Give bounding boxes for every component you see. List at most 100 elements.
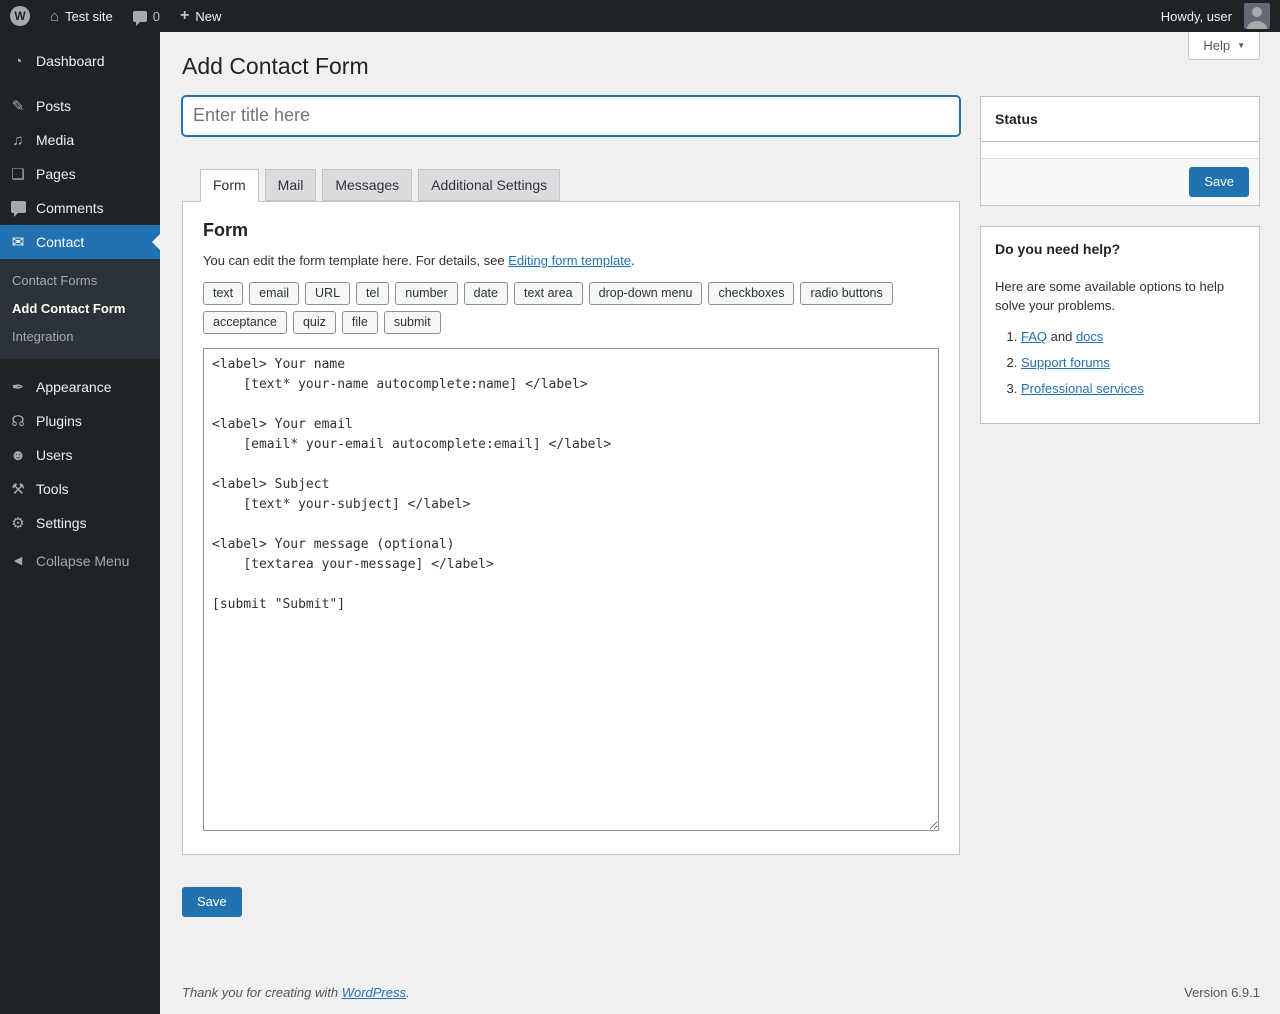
sidebar-item-settings[interactable]: ⚙ Settings: [0, 506, 160, 540]
sidebar-item-users[interactable]: ☻ Users: [0, 438, 160, 472]
main-column: Form Mail Messages Additional Settings F…: [182, 95, 960, 917]
new-content-button[interactable]: + New: [170, 0, 231, 32]
settings-icon: ⚙: [11, 514, 25, 532]
sidebar-item-appearance[interactable]: ✒ Appearance: [0, 370, 160, 404]
faq-docs-separator: and: [1047, 328, 1076, 344]
tab-form[interactable]: Form: [200, 168, 259, 202]
pages-icon: ❏: [11, 165, 25, 183]
sidebar-item-label: Appearance: [36, 379, 112, 395]
admin-menu: ◔ Dashboard ✎ Posts ♫ Media ❏ Pages Comm…: [0, 44, 160, 578]
plugins-icon: ☊: [11, 412, 25, 430]
posts-icon: ✎: [11, 97, 25, 115]
tag-button-quiz[interactable]: quiz: [292, 310, 336, 334]
sidebar-item-label: Media: [36, 132, 75, 148]
tag-button-tel[interactable]: tel: [356, 281, 390, 305]
help-option-support-forums: Support forums: [1021, 355, 1245, 370]
tag-button-drop-down-menu[interactable]: drop-down menu: [588, 281, 703, 305]
contact-submenu: Contact Forms Add Contact Form Integrati…: [0, 259, 160, 359]
footer: Thank you for creating with WordPress. V…: [182, 975, 1260, 1014]
tag-button-email[interactable]: email: [249, 281, 300, 305]
footer-thanks: Thank you for creating with WordPress.: [182, 985, 410, 1000]
tab-messages[interactable]: Messages: [322, 168, 413, 201]
howdy-menu[interactable]: Howdy, user: [1151, 0, 1280, 32]
help-option-faq-docs: FAQ and docs: [1021, 329, 1245, 344]
form-template-textarea[interactable]: <label> Your name [text* your-name autoc…: [203, 347, 939, 831]
help-box-title: Do you need help?: [995, 240, 1121, 257]
wordpress-logo-icon: W: [10, 6, 30, 26]
form-panel: Form You can edit the form template here…: [182, 200, 960, 855]
help-button[interactable]: Help ▼: [1188, 32, 1260, 60]
plus-icon: +: [179, 7, 190, 24]
support-forums-link[interactable]: Support forums: [1021, 355, 1110, 370]
tag-button-url[interactable]: URL: [305, 281, 351, 305]
tab-mail[interactable]: Mail: [264, 168, 317, 201]
tag-button-checkboxes[interactable]: checkboxes: [708, 281, 795, 305]
professional-services-link[interactable]: Professional services: [1021, 381, 1144, 396]
tag-button-date[interactable]: date: [463, 281, 508, 305]
site-name-label: Test site: [65, 8, 113, 24]
tag-button-text[interactable]: text: [203, 281, 244, 305]
sidebar-item-label: Dashboard: [36, 53, 105, 69]
howdy-label: Howdy, user: [1160, 8, 1232, 24]
form-panel-title: Form: [203, 219, 248, 240]
sidebar-item-tools[interactable]: ⚒ Tools: [0, 472, 160, 506]
sidebar-item-label: Posts: [36, 98, 72, 114]
sidebar-item-dashboard[interactable]: ◔ Dashboard: [0, 44, 160, 78]
form-description: You can edit the form template here. For…: [203, 253, 939, 268]
sidebar-subitem-integration[interactable]: Integration: [0, 323, 160, 351]
status-actions: Save: [981, 157, 1259, 205]
avatar: [1244, 3, 1270, 29]
collapse-label: Collapse Menu: [36, 553, 130, 569]
sidebar-item-pages[interactable]: ❏ Pages: [0, 157, 160, 191]
comments-bubble-icon: [132, 10, 147, 26]
editing-form-template-link[interactable]: Editing form template: [508, 253, 631, 268]
sidebar-item-contact[interactable]: ✉ Contact: [0, 225, 160, 259]
menu-separator: [0, 359, 160, 370]
tag-button-acceptance[interactable]: acceptance: [203, 310, 287, 334]
help-box: Do you need help? Here are some availabl…: [980, 225, 1260, 424]
help-label: Help: [1203, 38, 1231, 53]
comments-link[interactable]: 0: [123, 0, 170, 32]
footer-thanks-text: Thank you for creating with: [182, 985, 342, 1000]
status-box-title: Status: [981, 97, 1259, 142]
content-area: Help ▼ Add Contact Form Form Mail Messag…: [160, 0, 1280, 1014]
comment-bubble-shape: [10, 200, 26, 217]
editor-tabs: Form Mail Messages Additional Settings: [200, 168, 960, 202]
tag-button-file[interactable]: file: [341, 310, 378, 334]
status-save-button[interactable]: Save: [1189, 166, 1249, 197]
wordpress-link[interactable]: WordPress: [342, 985, 406, 1000]
sidebar-item-posts[interactable]: ✎ Posts: [0, 89, 160, 123]
tag-button-text-area[interactable]: text area: [513, 281, 583, 305]
tab-additional-settings[interactable]: Additional Settings: [418, 168, 561, 201]
footer-thanks-period: .: [406, 985, 410, 1000]
sidebar-item-label: Contact: [36, 234, 85, 250]
media-icon: ♫: [12, 131, 24, 149]
form-description-text: You can edit the form template here. For…: [203, 252, 509, 268]
sidebar-item-label: Settings: [36, 515, 87, 531]
comments-icon: [8, 200, 28, 217]
help-box-body: Here are some available options to help …: [981, 277, 1259, 423]
tag-button-number[interactable]: number: [395, 281, 458, 305]
sidebar-subitem-contact-forms[interactable]: Contact Forms: [0, 267, 160, 295]
sidebar-item-media[interactable]: ♫ Media: [0, 123, 160, 157]
sidebar-item-plugins[interactable]: ☊ Plugins: [0, 404, 160, 438]
form-description-period: .: [631, 252, 635, 268]
menu-separator: [0, 78, 160, 89]
status-box-body: [981, 141, 1259, 158]
faq-link[interactable]: FAQ: [1021, 329, 1047, 344]
site-name-link[interactable]: ⌂ Test site: [40, 0, 123, 32]
save-button[interactable]: Save: [182, 886, 242, 917]
sidebar-item-comments[interactable]: Comments: [0, 191, 160, 225]
docs-link[interactable]: docs: [1076, 329, 1103, 344]
collapse-menu-button[interactable]: ◀ Collapse Menu: [0, 544, 160, 578]
side-column: Status Save Do you need help? Here are s…: [980, 95, 1260, 444]
tag-generator-buttons: text email URL tel number date text area…: [203, 281, 939, 334]
admin-bar-right: Howdy, user: [1151, 0, 1280, 32]
sidebar-item-label: Plugins: [36, 413, 82, 429]
sidebar-subitem-add-contact-form[interactable]: Add Contact Form: [0, 295, 160, 323]
title-input[interactable]: [182, 95, 960, 136]
wordpress-menu[interactable]: W: [0, 0, 40, 32]
home-icon: ⌂: [50, 7, 60, 25]
tag-button-radio-buttons[interactable]: radio buttons: [800, 281, 893, 305]
tag-button-submit[interactable]: submit: [383, 310, 441, 334]
